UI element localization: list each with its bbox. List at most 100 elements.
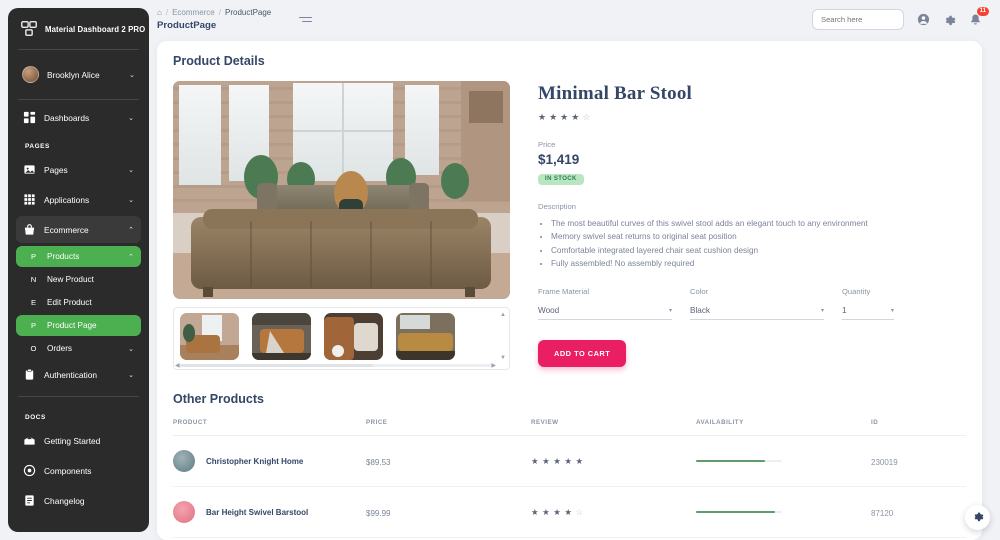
sidebar-item-product-page[interactable]: P Product Page (16, 315, 141, 336)
sidebar-item-changelog[interactable]: Changelog (16, 487, 141, 514)
sidebar-item-dashboards[interactable]: Dashboards ⌄ (16, 104, 141, 131)
color-select[interactable]: Black ▾ (690, 306, 824, 321)
chevron-down-icon: ▾ (668, 308, 672, 315)
chevron-down-icon: ⌄ (128, 196, 134, 204)
option-frame-material: Frame Material Wood ▾ (538, 287, 672, 321)
thumbnail-item[interactable] (180, 313, 239, 360)
sidebar-item-ecommerce[interactable]: Ecommerce ⌃ (16, 216, 141, 243)
option-label: Quantity (842, 287, 871, 297)
thumbnail-item[interactable] (324, 313, 383, 360)
other-products-table: PRODUCT PRICE REVIEW AVAILABILITY ID Chr… (173, 419, 966, 538)
sidebar-item-initial: P (30, 252, 37, 261)
product-rating: ★ ★ ★ ★ ☆ (538, 113, 966, 122)
sidebar-section-docs: DOCS (25, 414, 46, 421)
getting-started-icon (23, 434, 36, 447)
breadcrumb-parent[interactable]: Ecommerce (172, 8, 215, 17)
home-icon[interactable]: ⌂ (157, 8, 162, 17)
star-filled: ★ (542, 506, 550, 517)
sidebar-item-orders[interactable]: O Orders ⌄ (16, 338, 141, 359)
table-header-row: PRODUCT PRICE REVIEW AVAILABILITY ID (173, 419, 966, 436)
chevron-up-icon: ⌃ (128, 253, 134, 261)
sidebar-item-label: Product Page (47, 321, 97, 330)
notification-badge: 11 (976, 7, 989, 16)
review-cell: ★ ★ ★ ★ ☆ (531, 508, 696, 517)
divider (18, 49, 139, 50)
bell-icon[interactable]: 11 (969, 7, 989, 26)
sidebar-item-initial: O (30, 344, 37, 353)
star-filled: ★ (564, 455, 572, 466)
thumbnail-hscrollbar[interactable] (180, 364, 491, 367)
sidebar-item-label: Components (44, 465, 92, 476)
sidebar-item-label: Dashboards (44, 112, 90, 123)
quantity-select[interactable]: 1 ▾ (842, 306, 894, 321)
sidebar-item-pages[interactable]: Pages ⌄ (16, 156, 141, 183)
dashboard-logo-icon (20, 20, 38, 38)
table-row[interactable]: Christopher Knight Home $89.53 ★ ★ ★ ★ ★… (173, 435, 966, 487)
price-cell: $99.99 (366, 509, 391, 518)
other-products-title: Other Products (173, 392, 264, 406)
table-row[interactable]: Bar Height Swivel Barstool $99.99 ★ ★ ★ (173, 486, 966, 538)
availability-bar (696, 510, 782, 514)
star-filled: ★ (564, 506, 572, 517)
sidebar-item-authentication[interactable]: Authentication ⌄ (16, 361, 141, 388)
sidebar-item-products[interactable]: P Products ⌃ (16, 246, 141, 267)
scroll-down-icon[interactable]: ▼ (500, 355, 506, 361)
sidebar-item-label: Pages (44, 164, 68, 175)
thumbnail-strip: ◀ ▶ ▲ ▼ (173, 307, 510, 370)
search-input[interactable] (812, 9, 904, 30)
sidebar-item-initial: N (30, 275, 37, 284)
thumbnail-vscrollbar[interactable]: ▲ ▼ (499, 312, 507, 361)
sidebar-user[interactable]: Brooklyn Alice ⌄ (16, 59, 141, 90)
sidebar-user-name: Brooklyn Alice (47, 69, 100, 80)
gear-icon[interactable] (943, 13, 956, 26)
sidebar-item-label: Getting Started (44, 435, 101, 446)
scroll-up-icon[interactable]: ▲ (500, 312, 506, 318)
product-name-cell: Christopher Knight Home (206, 456, 304, 466)
sidebar: Material Dashboard 2 PRO Brooklyn Alice … (8, 8, 149, 532)
frame-material-select[interactable]: Wood ▾ (538, 306, 672, 321)
sidebar-item-label: Orders (47, 344, 73, 353)
status-badge: IN STOCK (538, 173, 584, 185)
sidebar-item-components[interactable]: Components (16, 457, 141, 484)
content: Product Details ◀ ▶ ▲ ▼ Minimal Bar Stoo… (149, 37, 1000, 540)
product-options: Frame Material Wood ▾ Color Black ▾ Quan… (538, 287, 966, 321)
sidebar-item-label: Edit Product (47, 298, 92, 307)
avatar (22, 66, 39, 83)
avatar (173, 450, 195, 472)
scroll-right-icon[interactable]: ▶ (491, 362, 496, 369)
column-header-review: REVIEW (531, 419, 696, 436)
price-cell: $89.53 (366, 458, 391, 467)
sidebar-item-initial: E (30, 298, 37, 307)
chevron-down-icon: ▾ (890, 308, 894, 315)
option-label: Frame Material (538, 287, 590, 297)
sidebar-item-new-product[interactable]: N New Product (16, 269, 141, 290)
chevron-down-icon: ⌄ (128, 371, 134, 379)
star-empty: ☆ (582, 112, 591, 122)
breadcrumb: ⌂ / Ecommerce / ProductPage ProductPage (157, 8, 271, 31)
settings-fab-button[interactable] (965, 505, 990, 530)
review-cell: ★ ★ ★ ★ ★ (531, 457, 696, 466)
add-to-cart-button[interactable]: ADD TO CART (538, 340, 627, 368)
list-item: The most beautiful curves of this swivel… (551, 217, 966, 230)
divider (18, 396, 139, 397)
scroll-left-icon[interactable]: ◀ (175, 362, 180, 369)
hamburger-icon[interactable] (299, 16, 313, 23)
account-circle-icon[interactable] (917, 13, 930, 26)
app-root: Material Dashboard 2 PRO Brooklyn Alice … (0, 0, 1000, 540)
sidebar-item-getting-started[interactable]: Getting Started (16, 427, 141, 454)
description-label: Description (538, 202, 576, 211)
product-main-image[interactable] (173, 81, 510, 299)
product-info: Minimal Bar Stool ★ ★ ★ ★ ☆ Price $1,419… (538, 81, 966, 370)
other-products-section: Other Products PRODUCT PRICE REVIEW AVAI… (173, 392, 966, 538)
sidebar-item-edit-product[interactable]: E Edit Product (16, 292, 141, 313)
ecommerce-icon (23, 223, 36, 236)
brand[interactable]: Material Dashboard 2 PRO (8, 8, 149, 49)
list-item: Comfortable integrated layered chair sea… (551, 244, 966, 257)
thumbnail-item[interactable] (396, 313, 455, 360)
chevron-down-icon: ▾ (820, 308, 824, 315)
chevron-down-icon: ⌄ (129, 71, 135, 79)
avatar (173, 501, 195, 523)
star-filled: ★ (553, 455, 561, 466)
thumbnail-item[interactable] (252, 313, 311, 360)
sidebar-item-applications[interactable]: Applications ⌄ (16, 186, 141, 213)
